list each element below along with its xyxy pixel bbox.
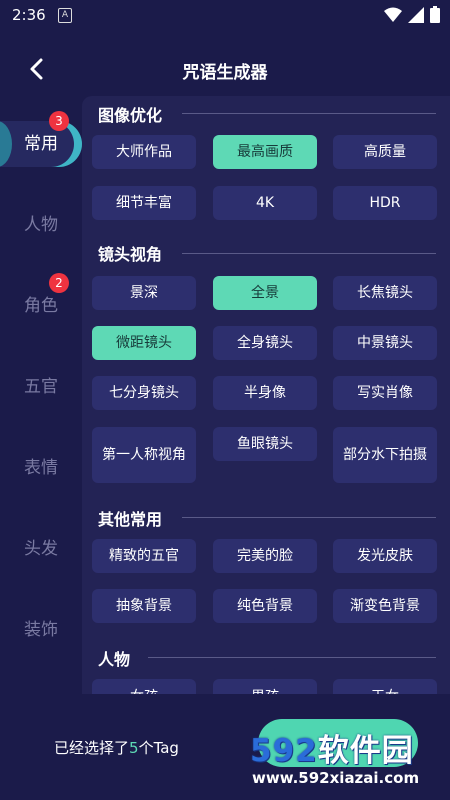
tag-button[interactable]: HDR xyxy=(333,186,437,220)
count-number: 5 xyxy=(129,739,139,757)
section-divider xyxy=(182,517,436,518)
tag-button[interactable]: 女孩 xyxy=(92,679,196,694)
tag-button[interactable]: 半身像 xyxy=(213,376,317,410)
tag-button[interactable]: 七分身镜头 xyxy=(92,376,196,410)
tag-button[interactable]: 长焦镜头 xyxy=(333,276,437,310)
watermark-url: www.592xiazai.com xyxy=(252,769,420,787)
signal-icon xyxy=(408,6,424,23)
page-title: 咒语生成器 xyxy=(182,63,268,83)
category-sidebar: 常用 3 人物 角色 2 五官 表情 头发 装饰 xyxy=(0,100,82,695)
selected-count-text: 已经选择了5个Tag xyxy=(54,737,179,758)
sidebar-item-label: 人物 xyxy=(24,215,58,235)
tag-button[interactable]: 全身镜头 xyxy=(213,326,317,360)
section-divider xyxy=(148,657,436,658)
tag-button[interactable]: 抽象背景 xyxy=(92,589,196,623)
tag-panel[interactable]: 图像优化 大师作品 最高画质 高质量 细节丰富 4K HDR 镜头视角 景深 全… xyxy=(82,96,450,694)
tag-button[interactable]: 4K xyxy=(213,186,317,220)
sidebar-item-role[interactable]: 角色 xyxy=(0,283,82,329)
tag-button[interactable]: 精致的五官 xyxy=(92,539,196,573)
status-time: 2:36 xyxy=(12,6,46,24)
watermark-logo: 592软件园 www.592xiazai.com xyxy=(250,725,450,795)
sidebar-item-expression[interactable]: 表情 xyxy=(0,445,82,491)
sidebar-item-label: 五官 xyxy=(24,377,58,397)
wifi-icon xyxy=(384,7,402,22)
section-title: 图像优化 xyxy=(98,106,163,125)
status-icons xyxy=(384,6,440,23)
sidebar-badge-common: 3 xyxy=(49,111,69,131)
sidebar-item-label: 头发 xyxy=(24,539,58,559)
section-title: 人物 xyxy=(98,650,131,669)
sidebar-item-label: 常用 xyxy=(24,134,58,154)
sidebar-badge-role: 2 xyxy=(49,273,69,293)
count-suffix: 个Tag xyxy=(138,739,179,757)
tag-button[interactable]: 纯色背景 xyxy=(213,589,317,623)
tag-button[interactable]: 景深 xyxy=(92,276,196,310)
status-bar: 2:36 A xyxy=(0,0,450,30)
tag-button[interactable]: 部分水下拍摄 xyxy=(333,427,437,483)
tag-button-selected[interactable]: 全景 xyxy=(213,276,317,310)
tag-button[interactable]: 大师作品 xyxy=(92,135,196,169)
sidebar-item-label: 角色 xyxy=(24,296,58,316)
tag-button[interactable]: 细节丰富 xyxy=(92,186,196,220)
tag-button[interactable]: 男孩 xyxy=(213,679,317,694)
tag-button-selected[interactable]: 最高画质 xyxy=(213,135,317,169)
section-title: 其他常用 xyxy=(98,510,163,529)
tag-button-selected[interactable]: 微距镜头 xyxy=(92,326,196,360)
sidebar-item-label: 装饰 xyxy=(24,620,58,640)
tag-button[interactable]: 鱼眼镜头 xyxy=(213,427,317,461)
bottom-bar: 已经选择了5个Tag 592软件园 www.592xiazai.com xyxy=(0,695,450,800)
tag-button[interactable]: 第一人称视角 xyxy=(92,427,196,483)
section-divider xyxy=(182,253,436,254)
sidebar-item-person[interactable]: 人物 xyxy=(0,202,82,248)
tag-button[interactable]: 中景镜头 xyxy=(333,326,437,360)
sidebar-item-accessory[interactable]: 装饰 xyxy=(0,607,82,653)
notification-icon: A xyxy=(58,8,72,23)
section-title: 镜头视角 xyxy=(98,245,163,264)
tag-button[interactable]: 王女 xyxy=(333,679,437,694)
sidebar-item-label: 表情 xyxy=(24,458,58,478)
tag-button[interactable]: 发光皮肤 xyxy=(333,539,437,573)
sidebar-item-features[interactable]: 五官 xyxy=(0,364,82,410)
tag-button[interactable]: 完美的脸 xyxy=(213,539,317,573)
sidebar-item-common[interactable]: 常用 xyxy=(0,121,82,167)
sidebar-item-hair[interactable]: 头发 xyxy=(0,526,82,572)
section-divider xyxy=(182,113,436,114)
app-header: 咒语生成器 xyxy=(0,40,450,96)
count-prefix: 已经选择了 xyxy=(54,739,130,757)
battery-icon xyxy=(430,6,440,23)
tag-button[interactable]: 渐变色背景 xyxy=(333,589,437,623)
tag-button[interactable]: 高质量 xyxy=(333,135,437,169)
tag-button[interactable]: 写实肖像 xyxy=(333,376,437,410)
watermark-brand: 592软件园 xyxy=(250,733,414,769)
